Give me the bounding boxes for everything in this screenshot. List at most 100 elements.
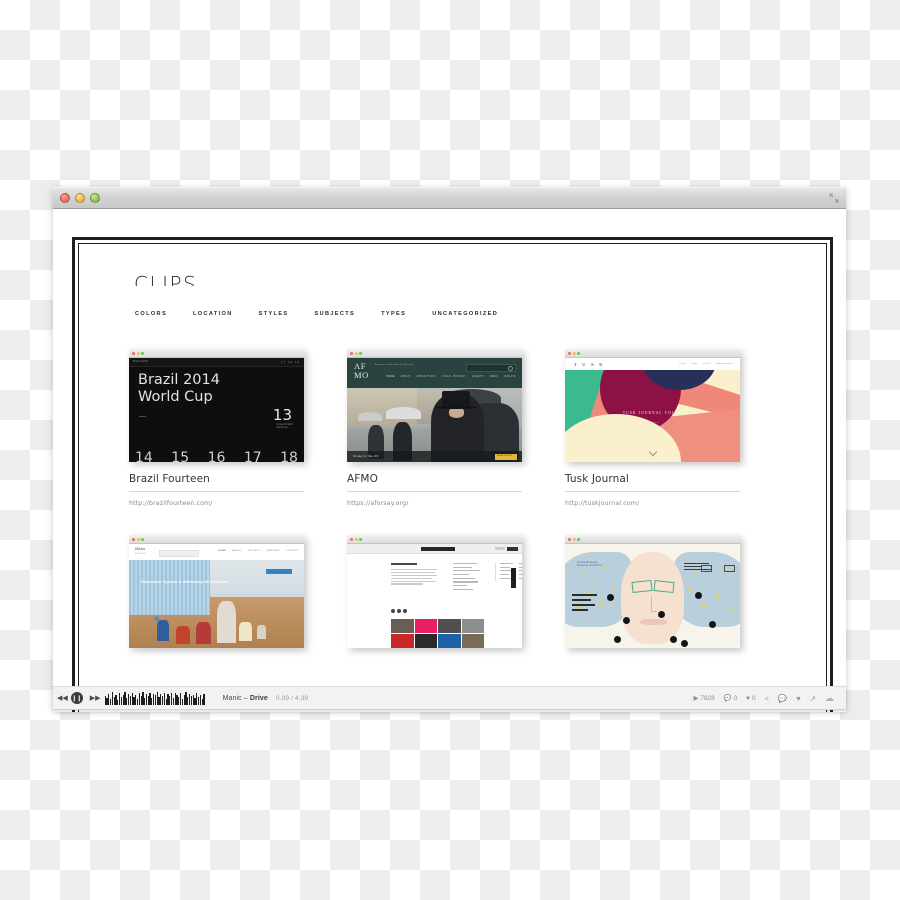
nav-item-colors[interactable]: COLORS xyxy=(135,311,167,317)
editorial-thumb-image-grid xyxy=(391,619,484,648)
player-track-title: Drive xyxy=(249,694,268,702)
player-track-separator: – xyxy=(243,694,248,702)
site-nav: COLORS LOCATION STYLES SUBJECTS TYPES UN… xyxy=(135,311,498,317)
nav-item-types[interactable]: TYPES xyxy=(381,311,406,317)
brazil-thumb-big-caption: Group of Match World Cup xyxy=(276,423,293,430)
waveform-scrubber[interactable] xyxy=(104,691,205,705)
player-time: 0.09 / 4.39 xyxy=(275,694,309,702)
project-card[interactable] xyxy=(347,535,533,648)
nav-item-subjects[interactable]: SUBJECTS xyxy=(314,311,355,317)
share-icon[interactable]: < xyxy=(765,694,769,703)
comment-count-icon: 💬 xyxy=(723,695,732,702)
player-track-label: Manic – Drive 0.09 / 4.39 xyxy=(223,695,309,702)
site-content: CLIPS COLORS LOCATION STYLES SUBJECTS TY… xyxy=(83,249,822,712)
thumb-body: DMJoo Studio Works HOME ABOUT PROJECT PA… xyxy=(129,544,304,648)
site-logo[interactable]: CLIPS xyxy=(134,272,197,286)
project-thumbnail[interactable]: Brazil 2014 17 18 19 Brazil 2014 World C… xyxy=(129,349,304,462)
repost-icon[interactable]: ↗ xyxy=(810,694,816,703)
project-thumbnail[interactable]: T U S K home shop journal about/contact xyxy=(565,349,740,462)
like-count-icon: ♥ xyxy=(746,694,750,702)
thumb-traffic-lights xyxy=(132,351,145,355)
afmo-menu-1: ABOUT xyxy=(400,376,411,378)
brazil-thumb-topbar-right: 17 18 19 xyxy=(281,360,300,364)
project-card-url[interactable]: http://tuskjournal.com/ xyxy=(565,500,751,507)
brazil-day-0: 14 xyxy=(135,450,153,462)
brazil-day-4: 18 xyxy=(280,450,298,462)
edu-link-2: PROJECT xyxy=(247,550,261,552)
project-card-url[interactable]: http://brazilfourteen.com/ xyxy=(129,500,315,507)
soundcloud-cloud-icon[interactable]: ☁ xyxy=(825,693,834,704)
window-controls xyxy=(60,193,100,203)
project-card[interactable]: T U S K home shop journal about/contact xyxy=(565,349,751,507)
thumb-traffic-lights xyxy=(350,351,363,355)
thumb-traffic-lights xyxy=(568,537,581,541)
pause-icon[interactable]: ❙❙ xyxy=(70,692,83,704)
project-card-rule xyxy=(347,491,522,492)
project-card[interactable]: DMJoo Studio Works HOME ABOUT PROJECT PA… xyxy=(129,535,315,648)
brazil-thumb-topbar: Brazil 2014 17 18 19 xyxy=(129,358,304,367)
nav-item-uncategorized[interactable]: UNCATEGORIZED xyxy=(432,311,498,317)
project-thumbnail[interactable]: Emilie Beaulieu Drawing Exhibition xyxy=(565,535,740,648)
fullscreen-icon[interactable] xyxy=(829,193,839,203)
afmo-thumb-caption-bar: Orsay in the US READ MORE xyxy=(347,451,522,462)
afmo-thumb-caption: Orsay in the US xyxy=(353,454,379,458)
project-card-title[interactable]: AFMO xyxy=(347,473,533,485)
heart-icon[interactable]: ♥ xyxy=(796,694,800,703)
project-thumbnail[interactable]: DMJoo Studio Works HOME ABOUT PROJECT PA… xyxy=(129,535,304,648)
play-count-value: 7828 xyxy=(700,694,715,702)
project-card-title[interactable]: Brazil Fourteen xyxy=(129,473,315,485)
project-card[interactable]: Brazil 2014 17 18 19 Brazil 2014 World C… xyxy=(129,349,315,507)
edu-thumb-links: HOME ABOUT PROJECT PARTNER CONTACT xyxy=(218,550,299,552)
edu-link-0: HOME xyxy=(217,550,227,552)
player-track-artist: Manic xyxy=(222,694,242,702)
skip-next-icon[interactable]: ▶▶ xyxy=(90,694,101,702)
project-card-title[interactable]: Tusk Journal xyxy=(565,473,751,485)
edu-thumb-nav: DMJoo Studio Works HOME ABOUT PROJECT PA… xyxy=(129,544,304,560)
maximize-window-button[interactable] xyxy=(90,193,100,203)
editorial-thumb-art xyxy=(347,544,522,648)
editorial-thumb-sheet xyxy=(355,557,522,648)
afmo-menu-6: DONATE xyxy=(504,376,516,378)
minimize-window-button[interactable] xyxy=(75,193,85,203)
afmo-menu-2: EXHIBITIONS xyxy=(416,376,436,378)
brazil-thumb-art: Brazil 2014 17 18 19 Brazil 2014 World C… xyxy=(129,358,304,462)
face-thumb-title: Emilie Beaulieu Drawing Exhibition xyxy=(577,561,602,568)
comment-count: 💬 0 xyxy=(723,694,738,703)
afmo-menu-3: VISUAL HISTORY xyxy=(441,376,467,378)
player-stats-and-actions: ▶ 7828 💬 0 ♥ 0 < 💬 ♥ ↗ ☁ xyxy=(693,693,846,704)
thumb-body xyxy=(347,544,522,648)
thumb-browser-chrome xyxy=(565,349,740,358)
project-card-url[interactable]: https://aforsay.org/ xyxy=(347,500,533,507)
nav-item-location[interactable]: LOCATION xyxy=(193,311,233,317)
project-card-rule xyxy=(129,491,304,492)
project-card[interactable]: Emilie Beaulieu Drawing Exhibition xyxy=(565,535,751,648)
tusk-link-1: shop xyxy=(691,362,698,365)
page-viewport: CLIPS COLORS LOCATION STYLES SUBJECTS TY… xyxy=(53,209,846,712)
tusk-thumb-art: T U S K home shop journal about/contact xyxy=(565,358,740,462)
project-card[interactable]: AF MO American Federation of Museums HOM… xyxy=(347,349,533,507)
afmo-menu-5: NEWS xyxy=(489,376,499,378)
tusk-thumb-nav: T U S K home shop journal about/contact xyxy=(565,358,740,370)
nav-item-styles[interactable]: STYLES xyxy=(259,311,289,317)
edu-link-4: CONTACT xyxy=(285,550,299,552)
thumb-browser-chrome xyxy=(347,535,522,544)
project-card-rule xyxy=(565,491,740,492)
thumb-browser-chrome xyxy=(565,535,740,544)
education-thumb-art: DMJoo Studio Works HOME ABOUT PROJECT PA… xyxy=(129,544,304,648)
thumb-body: T U S K home shop journal about/contact xyxy=(565,358,740,462)
afmo-thumb-logo: AF MO xyxy=(354,362,369,380)
thumb-traffic-lights xyxy=(132,537,145,541)
thumb-browser-chrome xyxy=(347,349,522,358)
comment-icon[interactable]: 💬 xyxy=(778,694,787,703)
brazil-day-3: 17 xyxy=(243,450,262,462)
browser-title-bar xyxy=(53,187,846,209)
close-window-button[interactable] xyxy=(60,193,70,203)
face-title-line2: Drawing Exhibition xyxy=(577,564,603,568)
project-thumbnail[interactable] xyxy=(347,535,522,648)
tusk-thumb-hero-title: TUSK JOURNAL VOL. 1 xyxy=(622,411,683,416)
edu-thumb-hero: Education System & Workshop for Children… xyxy=(129,560,304,648)
skip-previous-icon[interactable]: ◀◀ xyxy=(57,694,68,702)
project-thumbnail[interactable]: AF MO American Federation of Museums HOM… xyxy=(347,349,522,462)
like-count-value: 0 xyxy=(751,694,756,702)
brazil-day-2: 16 xyxy=(207,450,226,462)
